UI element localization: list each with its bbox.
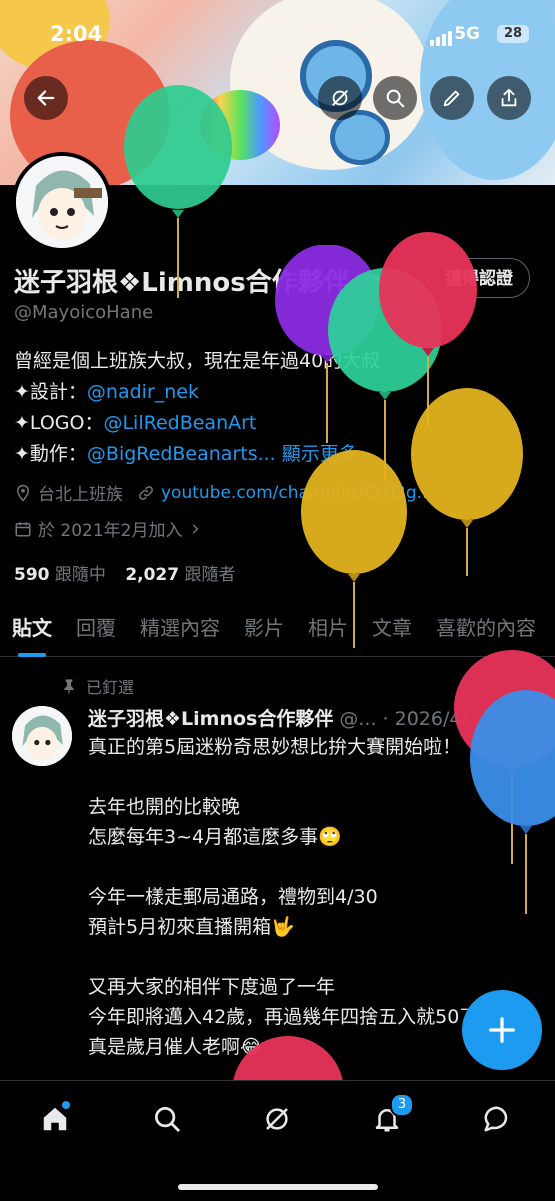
signal-icon bbox=[430, 27, 454, 46]
edit-button[interactable] bbox=[430, 76, 474, 120]
bottom-nav: 3 bbox=[0, 1080, 555, 1201]
pencil-icon bbox=[443, 90, 460, 107]
search-icon bbox=[155, 1107, 180, 1132]
tab-highlights[interactable]: 精選內容 bbox=[128, 598, 232, 656]
tweet-avatar[interactable] bbox=[12, 706, 72, 766]
balloon-yellow bbox=[411, 388, 523, 576]
network-type: 5G bbox=[454, 24, 480, 44]
animation-artist-link[interactable]: @BigRedBeanarts... bbox=[87, 443, 276, 465]
pinned-label: 已釘選 bbox=[86, 678, 135, 697]
home-unread-dot bbox=[62, 1101, 70, 1109]
status-bar: 2:04 5G 28 bbox=[0, 0, 555, 70]
battery-icon: 28 bbox=[497, 25, 529, 43]
link-icon bbox=[139, 485, 153, 500]
profile-tabs: 貼文 回覆 精選內容 影片 相片 文章 喜歡的內容 bbox=[0, 598, 555, 657]
balloon-blue bbox=[470, 690, 555, 914]
location-pin-icon bbox=[16, 484, 30, 502]
following-link[interactable]: 590 跟隨中 bbox=[14, 565, 106, 585]
follow-counts: 590 跟隨中 2,027 跟隨者 bbox=[14, 560, 236, 585]
profile-joined-date: 於 2021年2月加入 bbox=[38, 521, 183, 541]
notification-badge: 3 bbox=[390, 1093, 414, 1117]
tab-replies[interactable]: 回覆 bbox=[64, 598, 128, 656]
tweet-header: 迷子羽根❖Limnos合作夥伴 @... · 2026/4/... bbox=[88, 704, 486, 731]
profile-joined-row[interactable]: 於 2021年2月加入 bbox=[14, 516, 202, 541]
designer-link[interactable]: @nadir_nek bbox=[87, 381, 199, 403]
nav-grok[interactable] bbox=[252, 1099, 302, 1139]
chat-bubble-icon bbox=[484, 1106, 508, 1132]
calendar-icon bbox=[15, 521, 31, 536]
profile-location: 台北上班族 bbox=[38, 485, 123, 505]
chevron-right-icon bbox=[193, 523, 199, 534]
share-button[interactable] bbox=[487, 76, 531, 120]
status-time: 2:04 bbox=[50, 22, 103, 46]
grok-icon bbox=[332, 90, 348, 106]
tab-posts[interactable]: 貼文 bbox=[0, 598, 64, 657]
balloon-green bbox=[124, 85, 232, 298]
search-button[interactable] bbox=[373, 76, 417, 120]
back-arrow-icon bbox=[37, 90, 55, 106]
grok-icon bbox=[266, 1108, 288, 1130]
back-button[interactable] bbox=[24, 76, 68, 120]
nav-home[interactable] bbox=[30, 1099, 80, 1139]
nav-messages[interactable] bbox=[472, 1099, 522, 1139]
followers-link[interactable]: 2,027 跟隨者 bbox=[125, 565, 235, 585]
search-icon bbox=[386, 89, 405, 108]
logo-artist-link[interactable]: @LilRedBeanArt bbox=[103, 412, 256, 434]
plus-icon bbox=[489, 1017, 515, 1043]
tab-videos[interactable]: 影片 bbox=[232, 598, 296, 656]
avatar-illustration bbox=[12, 706, 72, 766]
tweet-author[interactable]: 迷子羽根❖Limnos合作夥伴 bbox=[88, 708, 333, 730]
grok-button[interactable] bbox=[318, 76, 362, 120]
compose-button[interactable] bbox=[462, 990, 542, 1070]
avatar-illustration bbox=[16, 156, 108, 248]
pinned-indicator: 已釘選 bbox=[62, 674, 134, 698]
profile-handle: @MayoicoHane bbox=[14, 302, 154, 323]
home-indicator bbox=[178, 1184, 378, 1190]
nav-explore[interactable] bbox=[142, 1099, 192, 1139]
balloon-yellow bbox=[301, 450, 407, 648]
tab-likes[interactable]: 喜歡的內容 bbox=[424, 598, 548, 656]
balloon-red bbox=[232, 1036, 344, 1086]
profile-avatar[interactable] bbox=[12, 152, 112, 252]
pin-icon bbox=[64, 679, 74, 694]
share-icon bbox=[501, 88, 517, 107]
nav-notifications[interactable]: 3 bbox=[362, 1093, 414, 1139]
